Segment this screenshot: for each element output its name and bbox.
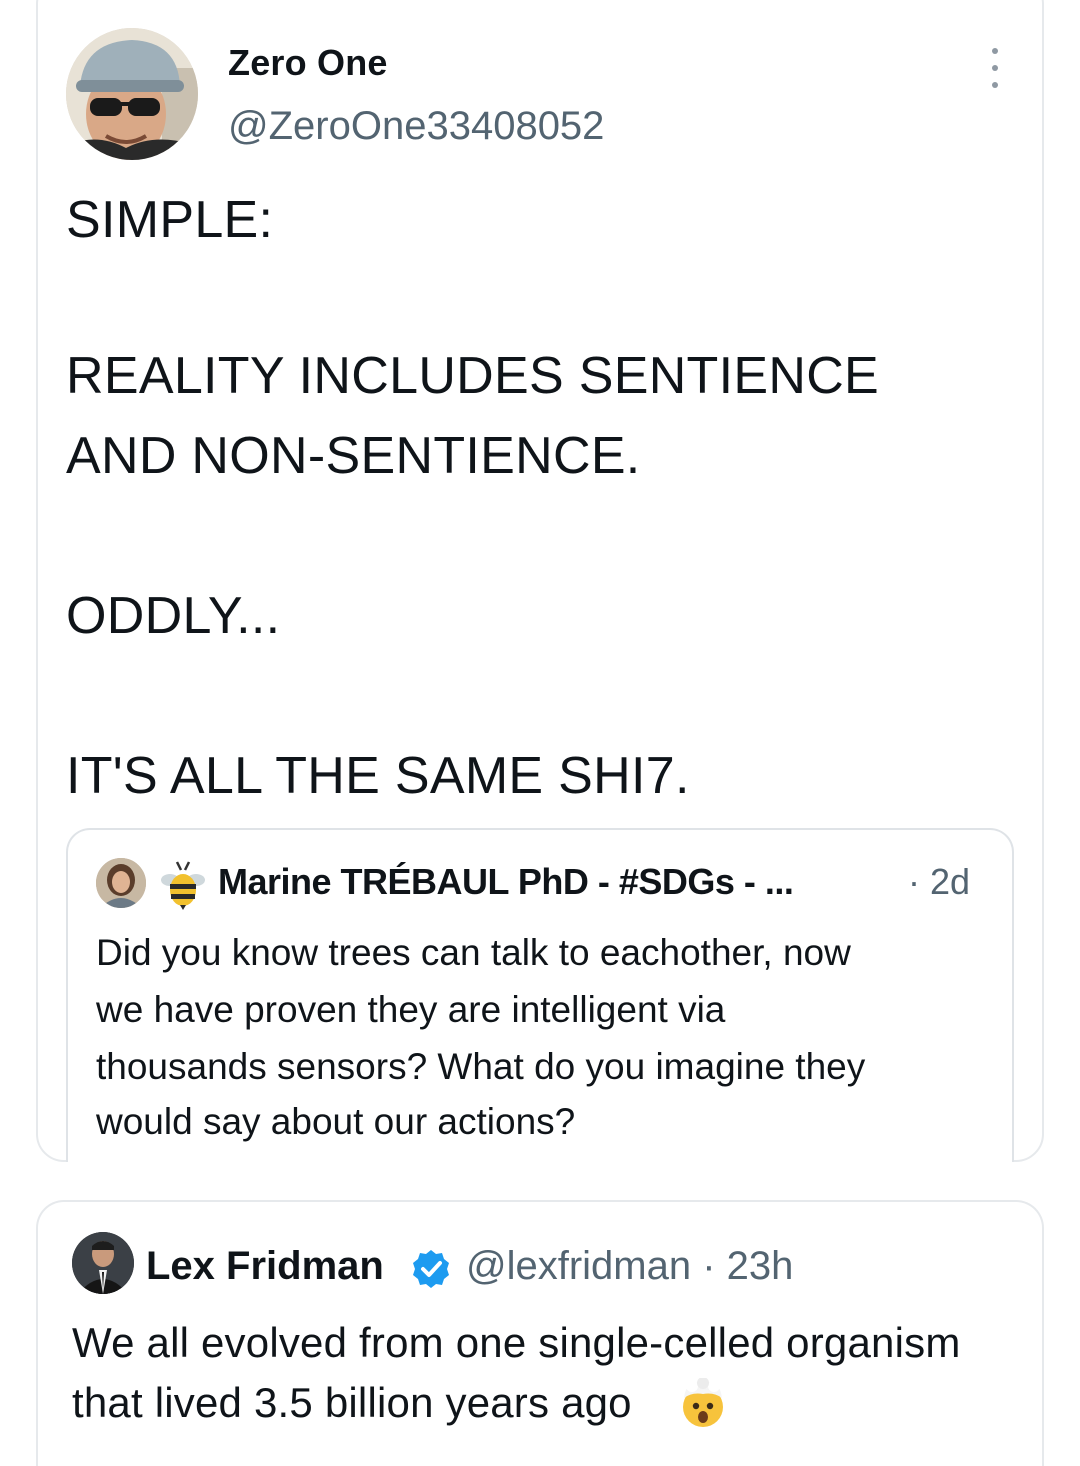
more-vertical-icon[interactable] xyxy=(980,48,1010,88)
bee-emoji-icon xyxy=(161,861,205,910)
tweet-text-line: IT'S ALL THE SAME SHI7. xyxy=(66,747,690,805)
quoted-text-line: Did you know trees can talk to eachother… xyxy=(96,932,851,973)
quoted-text-line: thousands sensors? What do you imagine t… xyxy=(96,1046,866,1087)
author-handle[interactable]: @ZeroOne33408052 xyxy=(228,104,604,149)
quoted-author-name[interactable]: Marine TRÉBAUL PhD - #SDGs - ... xyxy=(218,861,794,903)
tweet-text-line: AND NON-SENTIENCE. xyxy=(66,427,641,485)
tweet-text-line: SIMPLE: xyxy=(66,191,274,249)
quoted-text-line: we have proven they are intelligent via xyxy=(96,989,726,1030)
verified-badge-icon xyxy=(413,1250,449,1288)
quoted-author-avatar[interactable] xyxy=(96,858,146,908)
bottom-tweet-handle-time[interactable]: @lexfridman · 23h xyxy=(466,1244,793,1289)
zero-one-avatar[interactable] xyxy=(66,28,198,160)
tweet-text-line: ODDLY... xyxy=(66,587,281,645)
lex-fridman-avatar[interactable] xyxy=(72,1232,134,1294)
bottom-text-line: We all evolved from one single-celled or… xyxy=(72,1319,961,1366)
quoted-text-line: would say about our actions? xyxy=(96,1101,576,1142)
author-name[interactable]: Zero One xyxy=(228,42,388,84)
tweet-text-line: REALITY INCLUDES SENTIENCE xyxy=(66,347,880,405)
exploding-head-emoji-icon xyxy=(683,1378,723,1427)
bottom-text-line: that lived 3.5 billion years ago xyxy=(72,1379,632,1426)
bottom-author-name[interactable]: Lex Fridman xyxy=(146,1244,384,1289)
quoted-tweet-time[interactable]: · 2d xyxy=(908,861,970,903)
